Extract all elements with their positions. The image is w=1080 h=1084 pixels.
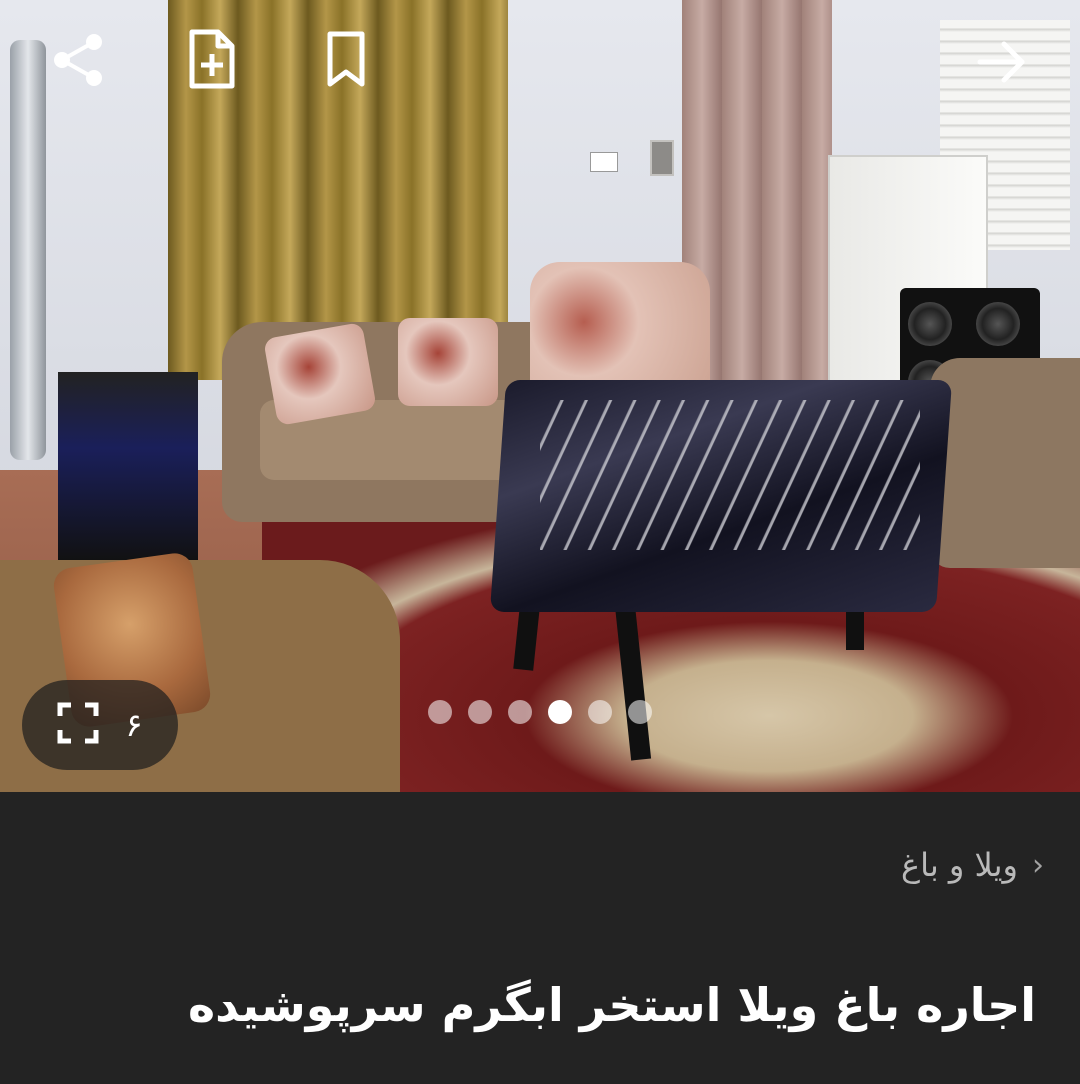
slide-dot[interactable] bbox=[588, 700, 612, 724]
fullscreen-icon bbox=[57, 702, 99, 748]
listing-title: اجاره باغ ویلا استخر ابگرم سرپوشیده bbox=[187, 978, 1036, 1032]
listing-photo bbox=[0, 0, 1080, 792]
share-icon[interactable] bbox=[50, 30, 106, 90]
breadcrumb[interactable]: ‹ ویلا و باغ bbox=[901, 840, 1044, 890]
slide-dot[interactable] bbox=[468, 700, 492, 724]
image-count-button[interactable]: ۶ bbox=[22, 680, 178, 770]
slide-dot[interactable] bbox=[508, 700, 532, 724]
bookmark-icon[interactable] bbox=[322, 30, 370, 90]
image-count: ۶ bbox=[125, 706, 143, 744]
listing-screen: ۶ ‹ ویلا و باغ اجاره باغ ویلا استخر ابگر… bbox=[0, 0, 1080, 1084]
photo-gallery[interactable]: ۶ bbox=[0, 0, 1080, 792]
slide-dot[interactable] bbox=[428, 700, 452, 724]
breadcrumb-category[interactable]: ویلا و باغ bbox=[901, 846, 1018, 884]
slide-dot[interactable] bbox=[548, 700, 572, 724]
slide-dot[interactable] bbox=[628, 700, 652, 724]
add-note-icon[interactable] bbox=[186, 28, 238, 92]
arrow-right-icon[interactable] bbox=[976, 36, 1028, 88]
chevron-left-icon: ‹ bbox=[1032, 847, 1044, 883]
slide-indicator bbox=[428, 700, 652, 724]
